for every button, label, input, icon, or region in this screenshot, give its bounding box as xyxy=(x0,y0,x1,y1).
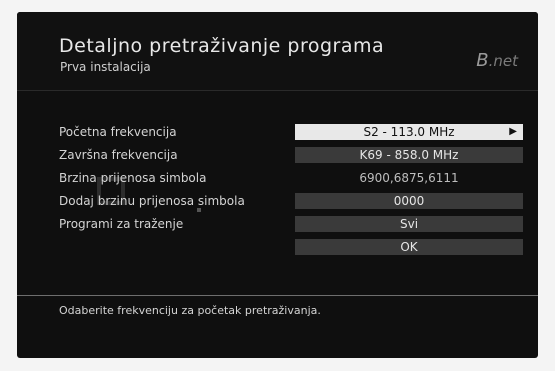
programs-search-value: Svi xyxy=(399,217,419,231)
start-frequency-value: S2 - 113.0 MHz xyxy=(363,125,455,139)
end-frequency-field[interactable]: K69 - 858.0 MHz xyxy=(295,147,523,163)
logo-mark: B xyxy=(476,50,489,71)
arrow-right-icon: ▶ xyxy=(509,126,517,137)
header: Detaljno pretraživanje programa Prva ins… xyxy=(17,12,538,90)
decorative-dot xyxy=(197,208,201,212)
help-text: Odaberite frekvenciju za početak pretraž… xyxy=(59,304,321,317)
programs-search-field[interactable]: Svi xyxy=(295,216,523,232)
add-symbol-rate-value: 0000 xyxy=(393,194,425,208)
end-frequency-value: K69 - 858.0 MHz xyxy=(359,148,459,162)
add-symbol-rate-label: Dodaj brzinu prijenosa simbola xyxy=(59,194,245,208)
brand-logo: B.net xyxy=(476,50,518,71)
ok-button[interactable]: OK xyxy=(295,239,523,255)
programs-search-label: Programi za traženje xyxy=(59,217,184,231)
add-symbol-rate-field[interactable]: 0000 xyxy=(295,193,523,209)
symbol-rate-label: Brzina prijenosa simbola xyxy=(59,171,207,185)
logo-suffix: .net xyxy=(488,52,518,70)
start-frequency-field[interactable]: S2 - 113.0 MHz ▶ xyxy=(295,124,523,140)
end-frequency-label: Završna frekvencija xyxy=(59,148,178,162)
page-title: Detaljno pretraživanje programa xyxy=(59,35,385,57)
tv-screen: Detaljno pretraživanje programa Prva ins… xyxy=(17,12,538,358)
footer-divider xyxy=(17,295,538,296)
page-subtitle: Prva instalacija xyxy=(60,60,151,74)
header-divider xyxy=(17,90,538,91)
start-frequency-label: Početna frekvencija xyxy=(59,125,177,139)
symbol-rate-value: 6900,6875,6111 xyxy=(359,171,459,185)
